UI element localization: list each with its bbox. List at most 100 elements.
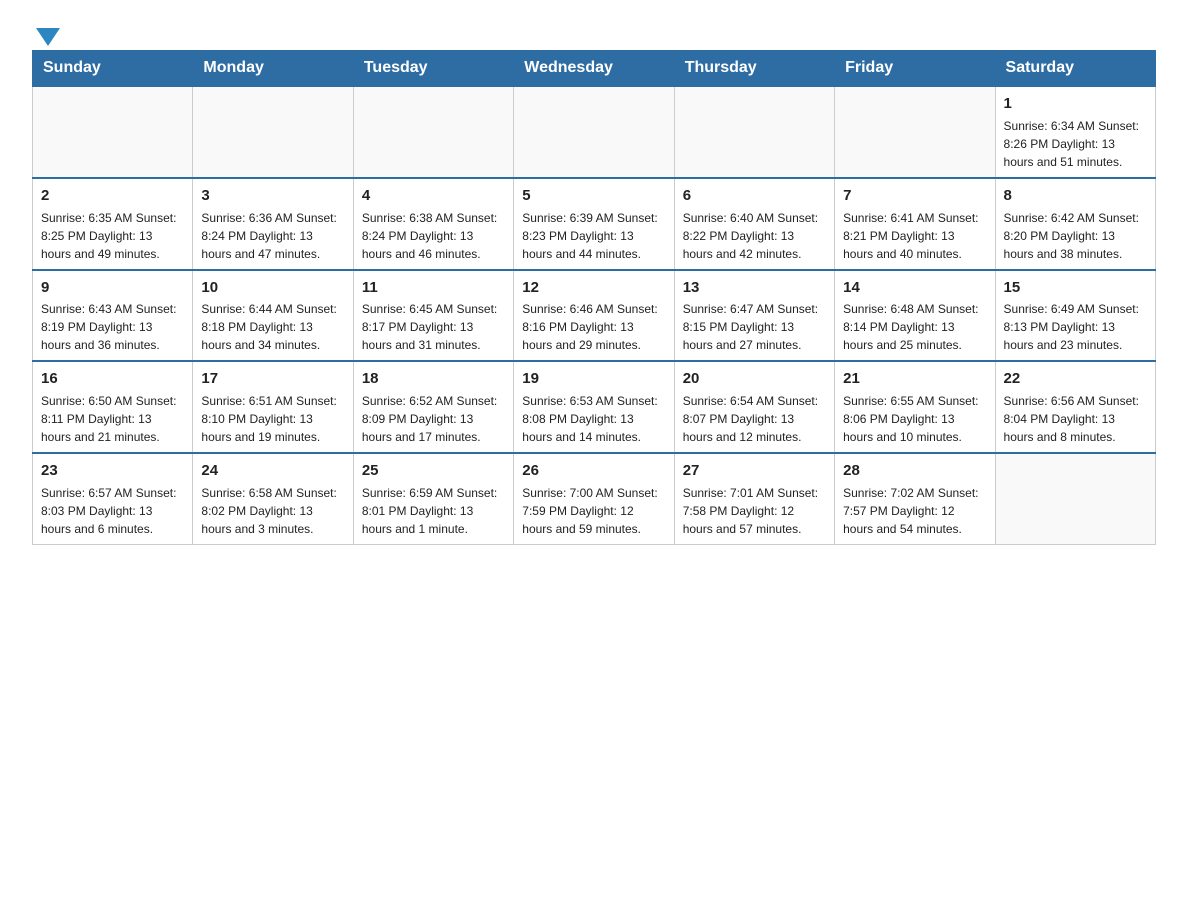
- day-info: Sunrise: 6:39 AM Sunset: 8:23 PM Dayligh…: [522, 209, 665, 263]
- calendar-week-row: 9Sunrise: 6:43 AM Sunset: 8:19 PM Daylig…: [33, 270, 1156, 362]
- day-info: Sunrise: 6:44 AM Sunset: 8:18 PM Dayligh…: [201, 300, 344, 354]
- day-info: Sunrise: 6:58 AM Sunset: 8:02 PM Dayligh…: [201, 484, 344, 538]
- calendar-day-cell: 11Sunrise: 6:45 AM Sunset: 8:17 PM Dayli…: [353, 270, 513, 362]
- day-info: Sunrise: 6:56 AM Sunset: 8:04 PM Dayligh…: [1004, 392, 1147, 446]
- day-number: 23: [41, 460, 184, 482]
- day-info: Sunrise: 6:55 AM Sunset: 8:06 PM Dayligh…: [843, 392, 986, 446]
- calendar-day-cell: [835, 86, 995, 178]
- calendar-day-cell: 6Sunrise: 6:40 AM Sunset: 8:22 PM Daylig…: [674, 178, 834, 270]
- day-number: 13: [683, 277, 826, 299]
- day-info: Sunrise: 6:49 AM Sunset: 8:13 PM Dayligh…: [1004, 300, 1147, 354]
- calendar-week-row: 1Sunrise: 6:34 AM Sunset: 8:26 PM Daylig…: [33, 86, 1156, 178]
- calendar-day-cell: [995, 453, 1155, 544]
- day-info: Sunrise: 6:35 AM Sunset: 8:25 PM Dayligh…: [41, 209, 184, 263]
- day-info: Sunrise: 6:51 AM Sunset: 8:10 PM Dayligh…: [201, 392, 344, 446]
- weekday-header-thursday: Thursday: [674, 51, 834, 87]
- calendar-day-cell: [33, 86, 193, 178]
- day-info: Sunrise: 6:52 AM Sunset: 8:09 PM Dayligh…: [362, 392, 505, 446]
- calendar-day-cell: 27Sunrise: 7:01 AM Sunset: 7:58 PM Dayli…: [674, 453, 834, 544]
- day-number: 20: [683, 368, 826, 390]
- day-number: 21: [843, 368, 986, 390]
- day-info: Sunrise: 7:01 AM Sunset: 7:58 PM Dayligh…: [683, 484, 826, 538]
- day-number: 27: [683, 460, 826, 482]
- day-number: 5: [522, 185, 665, 207]
- day-number: 15: [1004, 277, 1147, 299]
- day-info: Sunrise: 6:48 AM Sunset: 8:14 PM Dayligh…: [843, 300, 986, 354]
- day-info: Sunrise: 7:02 AM Sunset: 7:57 PM Dayligh…: [843, 484, 986, 538]
- calendar-day-cell: 18Sunrise: 6:52 AM Sunset: 8:09 PM Dayli…: [353, 361, 513, 453]
- calendar-day-cell: 14Sunrise: 6:48 AM Sunset: 8:14 PM Dayli…: [835, 270, 995, 362]
- calendar-day-cell: 1Sunrise: 6:34 AM Sunset: 8:26 PM Daylig…: [995, 86, 1155, 178]
- calendar-day-cell: 20Sunrise: 6:54 AM Sunset: 8:07 PM Dayli…: [674, 361, 834, 453]
- calendar-day-cell: 2Sunrise: 6:35 AM Sunset: 8:25 PM Daylig…: [33, 178, 193, 270]
- day-number: 11: [362, 277, 505, 299]
- day-number: 18: [362, 368, 505, 390]
- day-number: 8: [1004, 185, 1147, 207]
- day-number: 4: [362, 185, 505, 207]
- day-number: 25: [362, 460, 505, 482]
- calendar-day-cell: 23Sunrise: 6:57 AM Sunset: 8:03 PM Dayli…: [33, 453, 193, 544]
- calendar-day-cell: 10Sunrise: 6:44 AM Sunset: 8:18 PM Dayli…: [193, 270, 353, 362]
- calendar-day-cell: [514, 86, 674, 178]
- calendar-day-cell: 8Sunrise: 6:42 AM Sunset: 8:20 PM Daylig…: [995, 178, 1155, 270]
- day-info: Sunrise: 6:53 AM Sunset: 8:08 PM Dayligh…: [522, 392, 665, 446]
- weekday-header-saturday: Saturday: [995, 51, 1155, 87]
- day-info: Sunrise: 6:59 AM Sunset: 8:01 PM Dayligh…: [362, 484, 505, 538]
- day-info: Sunrise: 6:45 AM Sunset: 8:17 PM Dayligh…: [362, 300, 505, 354]
- day-info: Sunrise: 6:42 AM Sunset: 8:20 PM Dayligh…: [1004, 209, 1147, 263]
- day-info: Sunrise: 6:40 AM Sunset: 8:22 PM Dayligh…: [683, 209, 826, 263]
- weekday-header-friday: Friday: [835, 51, 995, 87]
- day-info: Sunrise: 6:57 AM Sunset: 8:03 PM Dayligh…: [41, 484, 184, 538]
- day-number: 12: [522, 277, 665, 299]
- weekday-header-wednesday: Wednesday: [514, 51, 674, 87]
- day-number: 22: [1004, 368, 1147, 390]
- day-number: 16: [41, 368, 184, 390]
- calendar-table: SundayMondayTuesdayWednesdayThursdayFrid…: [32, 50, 1156, 545]
- logo: [32, 24, 60, 42]
- weekday-header-tuesday: Tuesday: [353, 51, 513, 87]
- day-number: 26: [522, 460, 665, 482]
- calendar-day-cell: 17Sunrise: 6:51 AM Sunset: 8:10 PM Dayli…: [193, 361, 353, 453]
- day-info: Sunrise: 6:50 AM Sunset: 8:11 PM Dayligh…: [41, 392, 184, 446]
- day-number: 17: [201, 368, 344, 390]
- calendar-day-cell: 15Sunrise: 6:49 AM Sunset: 8:13 PM Dayli…: [995, 270, 1155, 362]
- day-info: Sunrise: 6:54 AM Sunset: 8:07 PM Dayligh…: [683, 392, 826, 446]
- calendar-day-cell: 25Sunrise: 6:59 AM Sunset: 8:01 PM Dayli…: [353, 453, 513, 544]
- calendar-day-cell: 28Sunrise: 7:02 AM Sunset: 7:57 PM Dayli…: [835, 453, 995, 544]
- calendar-day-cell: 13Sunrise: 6:47 AM Sunset: 8:15 PM Dayli…: [674, 270, 834, 362]
- page-header: [32, 24, 1156, 42]
- calendar-day-cell: 7Sunrise: 6:41 AM Sunset: 8:21 PM Daylig…: [835, 178, 995, 270]
- day-number: 28: [843, 460, 986, 482]
- day-info: Sunrise: 6:41 AM Sunset: 8:21 PM Dayligh…: [843, 209, 986, 263]
- calendar-day-cell: 3Sunrise: 6:36 AM Sunset: 8:24 PM Daylig…: [193, 178, 353, 270]
- calendar-week-row: 2Sunrise: 6:35 AM Sunset: 8:25 PM Daylig…: [33, 178, 1156, 270]
- calendar-day-cell: 12Sunrise: 6:46 AM Sunset: 8:16 PM Dayli…: [514, 270, 674, 362]
- day-info: Sunrise: 6:38 AM Sunset: 8:24 PM Dayligh…: [362, 209, 505, 263]
- weekday-header-monday: Monday: [193, 51, 353, 87]
- day-number: 10: [201, 277, 344, 299]
- calendar-header-row: SundayMondayTuesdayWednesdayThursdayFrid…: [33, 51, 1156, 87]
- calendar-day-cell: 16Sunrise: 6:50 AM Sunset: 8:11 PM Dayli…: [33, 361, 193, 453]
- calendar-day-cell: 22Sunrise: 6:56 AM Sunset: 8:04 PM Dayli…: [995, 361, 1155, 453]
- calendar-day-cell: 21Sunrise: 6:55 AM Sunset: 8:06 PM Dayli…: [835, 361, 995, 453]
- day-info: Sunrise: 7:00 AM Sunset: 7:59 PM Dayligh…: [522, 484, 665, 538]
- calendar-day-cell: 9Sunrise: 6:43 AM Sunset: 8:19 PM Daylig…: [33, 270, 193, 362]
- weekday-header-sunday: Sunday: [33, 51, 193, 87]
- day-info: Sunrise: 6:34 AM Sunset: 8:26 PM Dayligh…: [1004, 117, 1147, 171]
- day-number: 6: [683, 185, 826, 207]
- calendar-week-row: 23Sunrise: 6:57 AM Sunset: 8:03 PM Dayli…: [33, 453, 1156, 544]
- day-number: 1: [1004, 93, 1147, 115]
- calendar-day-cell: [193, 86, 353, 178]
- calendar-day-cell: 4Sunrise: 6:38 AM Sunset: 8:24 PM Daylig…: [353, 178, 513, 270]
- day-info: Sunrise: 6:36 AM Sunset: 8:24 PM Dayligh…: [201, 209, 344, 263]
- calendar-day-cell: 26Sunrise: 7:00 AM Sunset: 7:59 PM Dayli…: [514, 453, 674, 544]
- day-number: 19: [522, 368, 665, 390]
- day-number: 24: [201, 460, 344, 482]
- calendar-day-cell: [353, 86, 513, 178]
- logo-arrow-icon: [36, 28, 60, 46]
- calendar-day-cell: [674, 86, 834, 178]
- day-info: Sunrise: 6:47 AM Sunset: 8:15 PM Dayligh…: [683, 300, 826, 354]
- calendar-day-cell: 5Sunrise: 6:39 AM Sunset: 8:23 PM Daylig…: [514, 178, 674, 270]
- day-info: Sunrise: 6:43 AM Sunset: 8:19 PM Dayligh…: [41, 300, 184, 354]
- calendar-day-cell: 19Sunrise: 6:53 AM Sunset: 8:08 PM Dayli…: [514, 361, 674, 453]
